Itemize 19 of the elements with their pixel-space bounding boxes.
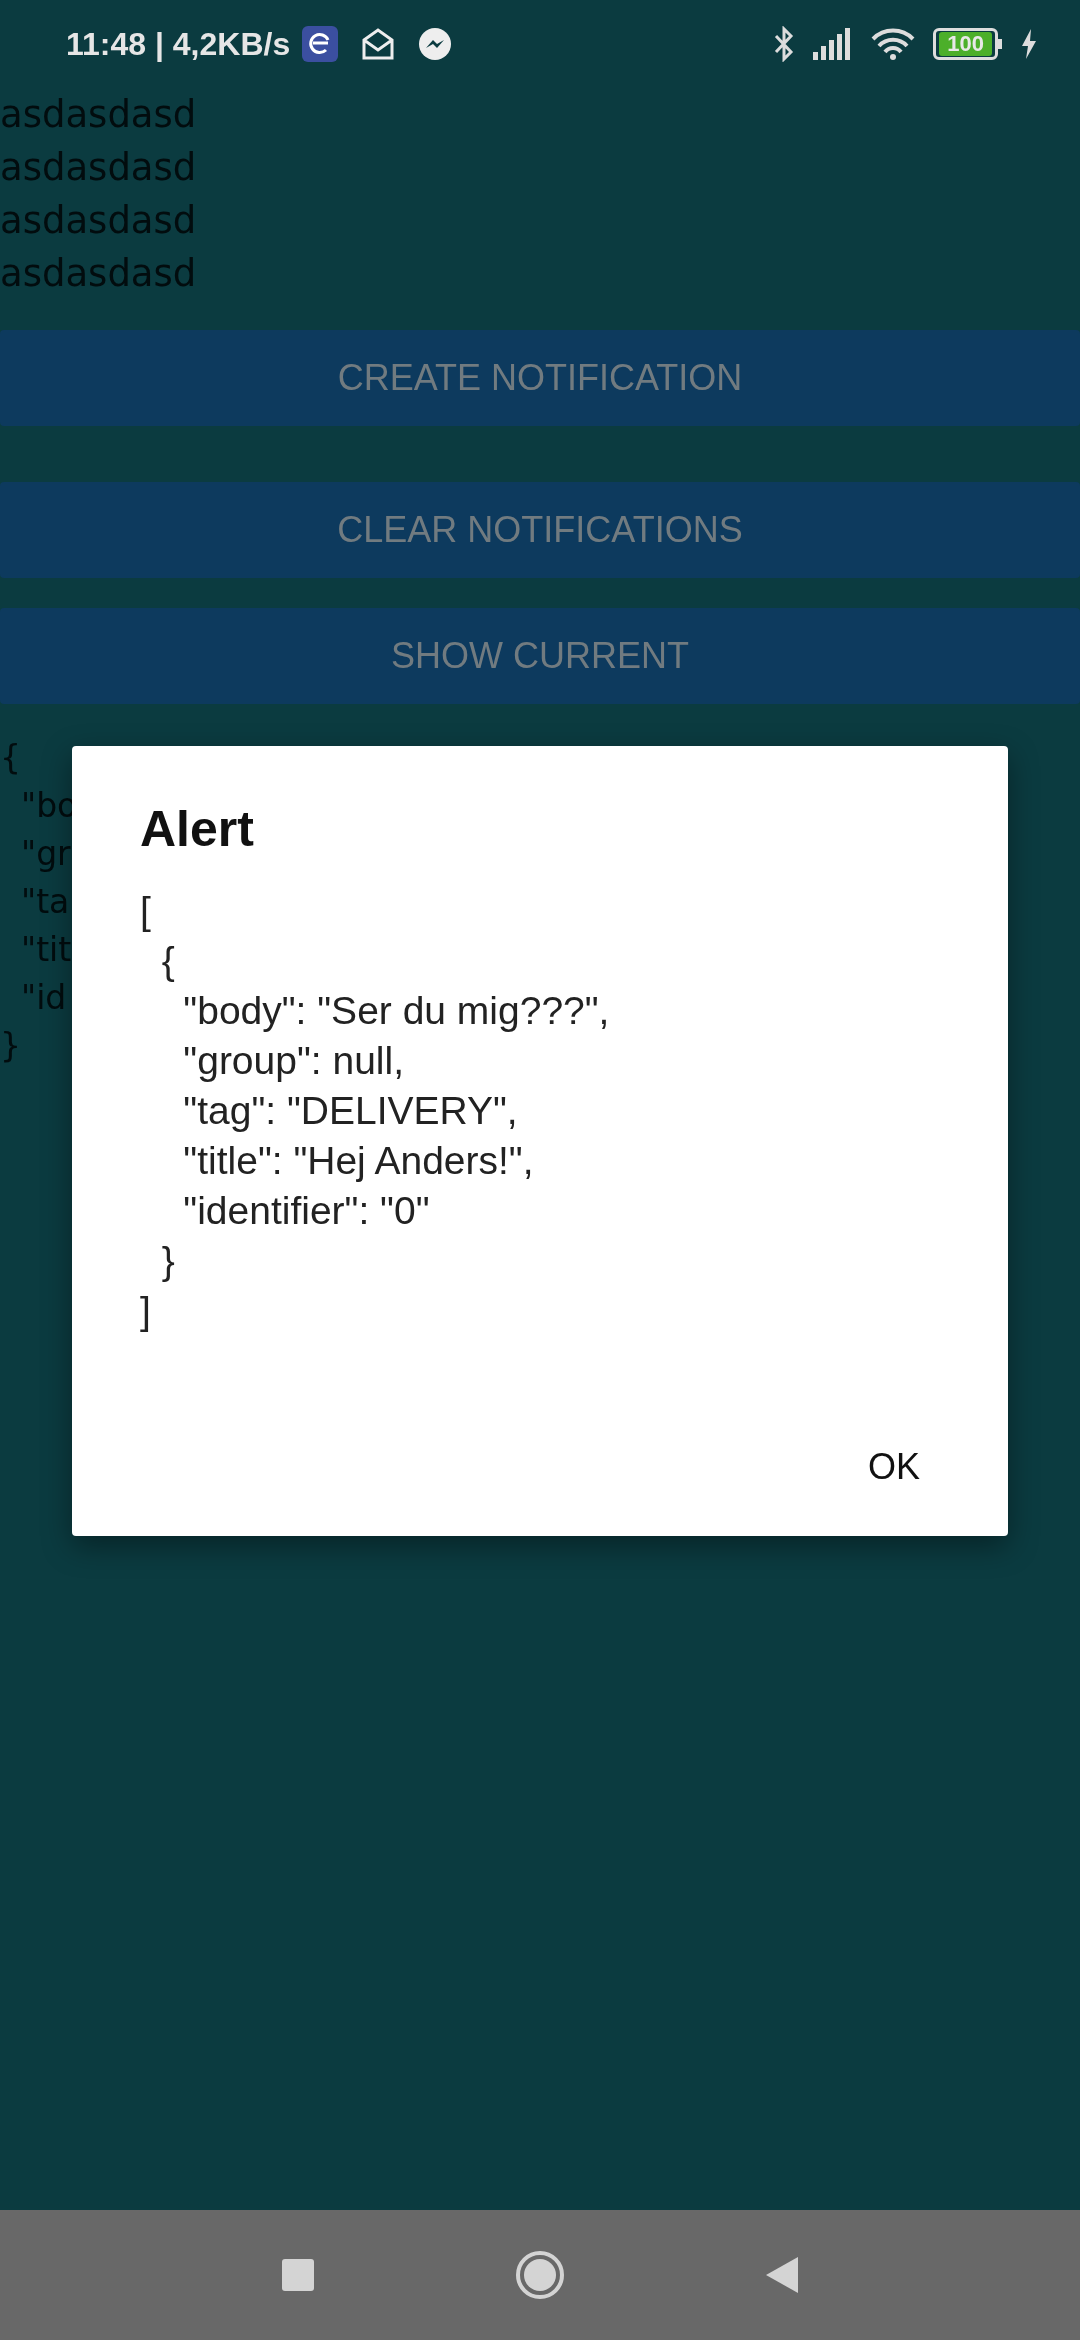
charging-icon: [1020, 28, 1038, 60]
action-button[interactable]: CREATE NOTIFICATION: [0, 330, 1080, 426]
home-icon[interactable]: [515, 2250, 565, 2300]
battery-indicator: 100: [933, 28, 1002, 60]
messenger-icon: [418, 27, 453, 61]
back-icon[interactable]: [765, 2256, 799, 2294]
dialog-message: [ { "body": "Ser du mig???", "group": null, "tag": "DELIVERY", "title": "Hej Anders!", "identifier": "0" } ]: [140, 888, 611, 1334]
dialog-title: Alert: [140, 800, 255, 858]
output-line: }: [0, 1025, 21, 1067]
output-line: {: [0, 737, 21, 779]
action-button[interactable]: SHOW CURRENT: [0, 608, 1080, 704]
wifi-icon: [871, 27, 916, 61]
status-time: 11:48 | 4,2KB/s: [66, 25, 291, 63]
app-icon: [302, 26, 339, 62]
action-button[interactable]: CLEAR NOTIFICATIONS: [0, 482, 1080, 578]
mail-icon: [360, 26, 397, 62]
ok-button[interactable]: OK: [848, 1434, 940, 1500]
recents-icon[interactable]: [281, 2258, 315, 2292]
bluetooth-icon: [773, 26, 796, 62]
